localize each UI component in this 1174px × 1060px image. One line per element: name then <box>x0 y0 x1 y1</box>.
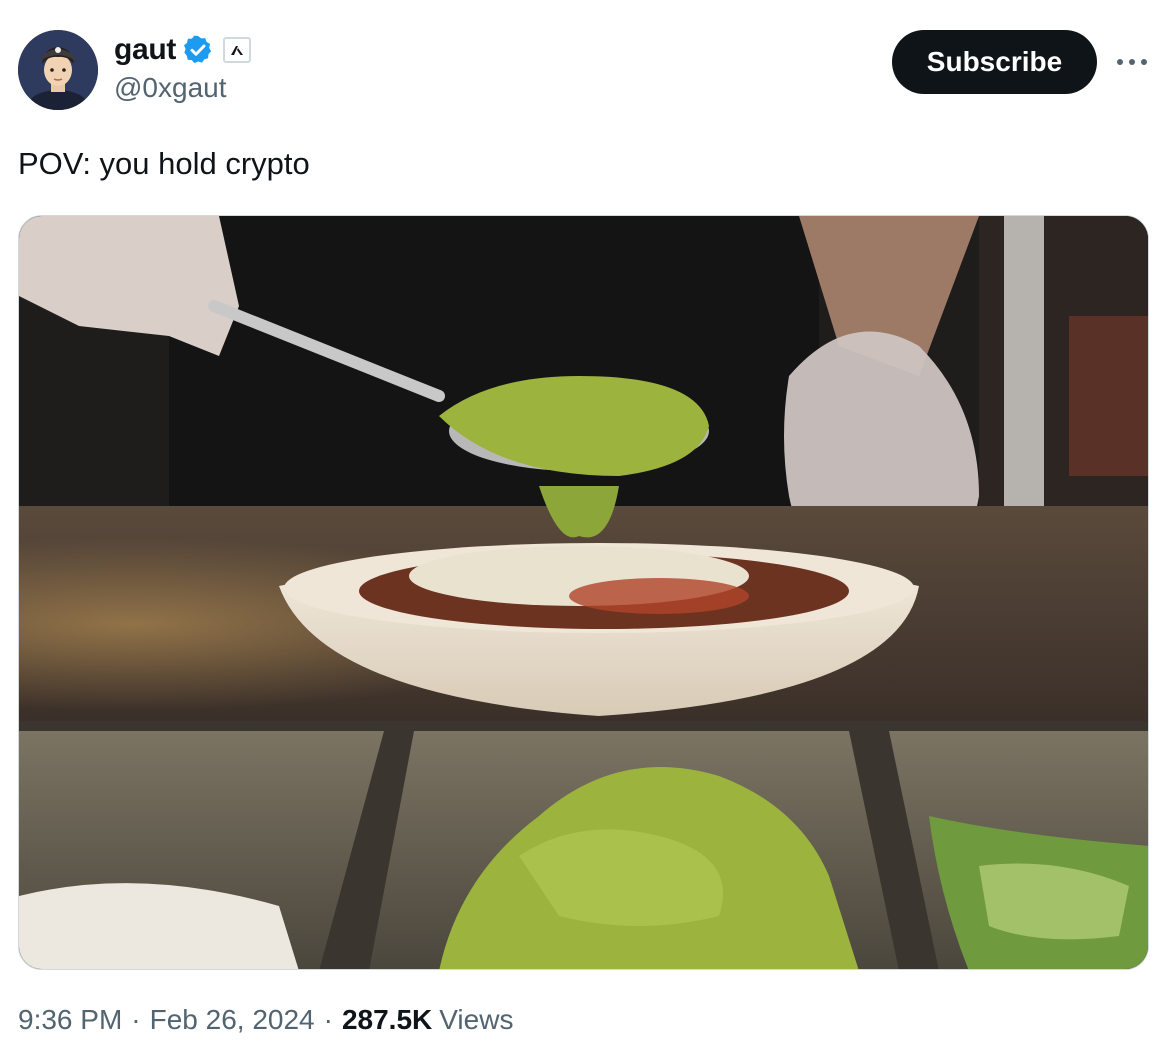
views-count[interactable]: 287.5K <box>342 1004 432 1036</box>
author-name-row[interactable]: gaut <box>114 32 252 68</box>
affiliate-badge-icon[interactable] <box>223 37 252 63</box>
author-handle[interactable]: @0xgaut <box>114 72 227 104</box>
tweet-text: POV: you hold crypto <box>18 146 310 181</box>
more-options-icon[interactable] <box>1112 46 1152 78</box>
subscribe-button[interactable]: Subscribe <box>892 30 1097 94</box>
meta-separator: · <box>131 1004 141 1035</box>
tweet-card: gaut @0xgaut Subscribe POV: you hold cry… <box>0 0 1174 1060</box>
tweet-date[interactable]: Feb 26, 2024 <box>150 1004 315 1036</box>
tweet-media-photo[interactable] <box>18 215 1149 970</box>
tweet-meta: 9:36 PM · Feb 26, 2024 · 287.5K Views <box>18 1004 513 1036</box>
tweet-time[interactable]: 9:36 PM <box>18 1004 122 1036</box>
meta-separator: · <box>323 1004 333 1035</box>
author-display-name[interactable]: gaut <box>114 33 176 67</box>
views-label: Views <box>439 1004 514 1035</box>
verified-badge-icon[interactable] <box>182 34 214 66</box>
avatar[interactable] <box>18 30 98 110</box>
